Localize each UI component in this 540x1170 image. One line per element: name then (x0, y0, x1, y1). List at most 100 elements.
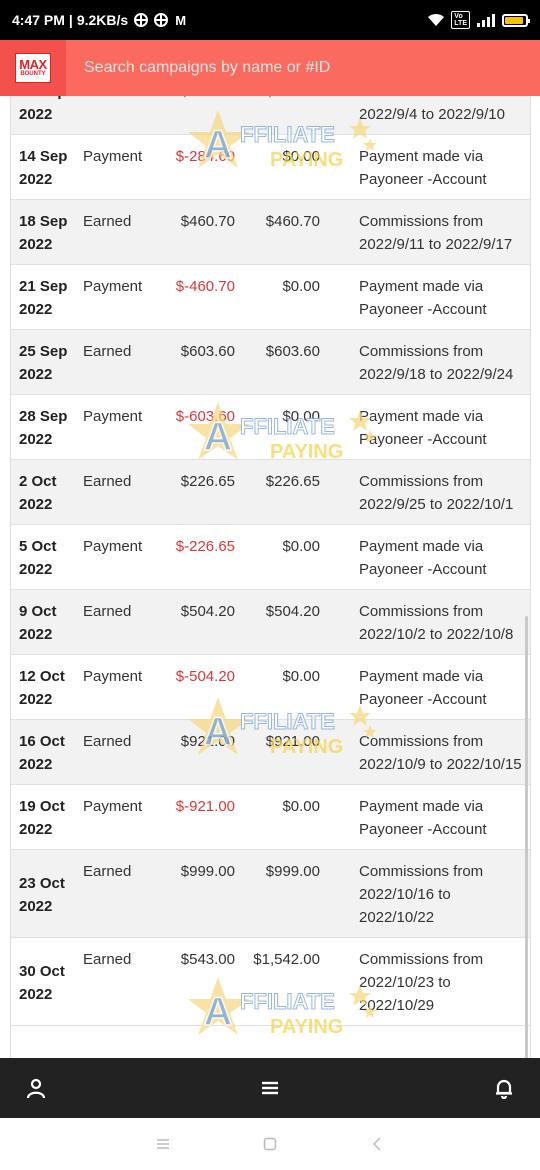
payment-amount: $-921.00 (163, 784, 235, 850)
payment-type: Earned (83, 589, 163, 655)
bottom-nav (0, 1058, 540, 1118)
payment-balance: $1,542.00 (235, 937, 320, 1026)
payment-description: Commissions from 2022/10/2 to 2022/10/8 (320, 589, 530, 655)
payment-amount: $999.00 (163, 849, 235, 938)
status-bar: 4:47 PM | 9.2KB/s M Vo LTE (0, 0, 540, 40)
back-button[interactable] (362, 1129, 392, 1159)
payment-row: 23 Oct 2022 Earned $999.00 $999.00 Commissio… (11, 849, 530, 938)
payment-row: 16 Oct 2022 Earned $921.00 $921.00 Commissio… (11, 719, 530, 785)
home-button[interactable] (255, 1129, 285, 1159)
payment-date: 12 Oct 2022 (11, 654, 83, 720)
payment-date: 16 Oct 2022 (11, 719, 83, 785)
search-input[interactable] (84, 48, 540, 88)
payment-description: Commissions from 2022/9/25 to 2022/10/1 (320, 459, 530, 525)
payment-date: 28 Sep 2022 (11, 394, 83, 460)
payment-description: Payment made via Payoneer -Account (320, 524, 530, 590)
payment-balance: $0.00 (235, 394, 320, 460)
signal-icon (477, 14, 495, 27)
recent-apps-button[interactable] (148, 1129, 178, 1159)
payment-type: Payment (83, 134, 163, 200)
network-speed: 9.2KB/s (76, 12, 129, 28)
payment-date: 14 Sep 2022 (11, 134, 83, 200)
payments-table: 11 Sep 2022Earned$284.60$284.60Commissio… (11, 96, 530, 1026)
payment-type: Payment (83, 264, 163, 330)
payment-description: Commissions from 2022/9/18 to 2022/9/24 (320, 329, 530, 395)
payment-amount: $-460.70 (163, 264, 235, 330)
payment-description: Payment made via Payoneer -Account (320, 654, 530, 720)
profile-button[interactable] (16, 1068, 56, 1108)
wifi-icon (428, 13, 445, 26)
payment-description: Payment made via Payoneer -Account (320, 394, 530, 460)
payment-type: Earned (83, 329, 163, 395)
payment-type: Earned (83, 96, 163, 135)
payment-balance: $226.65 (235, 459, 320, 525)
payment-row: 5 Oct 2022 Payment $-226.65 $0.00 Payment ma… (11, 524, 530, 590)
payment-amount: $-284.60 (163, 134, 235, 200)
mail-icon: M (175, 12, 187, 28)
payment-row: 30 Oct 2022 Earned $543.00 $1,542.00 Commiss… (11, 937, 530, 1026)
menu-button[interactable] (250, 1068, 290, 1108)
payment-row: 21 Sep 2022 Payment $-460.70 $0.00 Payment m… (11, 264, 530, 330)
payment-amount: $543.00 (163, 937, 235, 1026)
payment-type: Earned (83, 459, 163, 525)
maxbounty-logo[interactable]: MAX BOUNTY (0, 40, 66, 96)
notification-icon (154, 13, 169, 27)
payment-amount: $226.65 (163, 459, 235, 525)
payment-row: 18 Sep 2022 Earned $460.70 $460.70 Commissio… (11, 199, 530, 265)
payment-type: Earned (83, 199, 163, 265)
payment-row: 9 Oct 2022 Earned $504.20 $504.20 Commission… (11, 589, 530, 655)
payment-row: 11 Sep 2022Earned$284.60$284.60Commissio… (11, 96, 530, 135)
system-nav-bar (0, 1118, 540, 1170)
payment-date: 9 Oct 2022 (11, 589, 83, 655)
payment-balance: $999.00 (235, 849, 320, 938)
payment-amount: $460.70 (163, 199, 235, 265)
profile-icon (26, 1078, 46, 1099)
payment-row: 25 Sep 2022 Earned $603.60 $603.60 Commissio… (11, 329, 530, 395)
payment-description: Commissions from 2022/10/23 to 2022/10/2… (320, 937, 530, 1026)
payment-amount: $-504.20 (163, 654, 235, 720)
payment-amount: $504.20 (163, 589, 235, 655)
home-icon (263, 1137, 277, 1151)
payment-amount: $-226.65 (163, 524, 235, 590)
payment-date: 5 Oct 2022 (11, 524, 83, 590)
payment-amount: $-603.60 (163, 394, 235, 460)
payment-description: Payment made via Payoneer -Account (320, 134, 530, 200)
battery-icon (502, 13, 530, 27)
payment-description: Commissions from 2022/10/9 to 2022/10/15 (320, 719, 530, 785)
payment-description: Commissions from 2022/9/4 to 2022/9/10 (320, 96, 530, 135)
scrollbar[interactable] (525, 616, 528, 1058)
top-bar: MAX BOUNTY (0, 40, 540, 96)
payment-balance: $603.60 (235, 329, 320, 395)
payment-row: 14 Sep 2022 Payment $-284.60 $0.00 Payment m… (11, 134, 530, 200)
payment-balance: $0.00 (235, 264, 320, 330)
payment-amount: $921.00 (163, 719, 235, 785)
payment-row: 28 Sep 2022 Payment $-603.60 $0.00 Payment m… (11, 394, 530, 460)
payment-date: 30 Oct 2022 (11, 937, 83, 1026)
payment-date: 23 Oct 2022 (11, 849, 83, 938)
payment-type: Payment (83, 524, 163, 590)
payment-type: Earned (83, 937, 163, 1026)
payment-description: Payment made via Payoneer -Account (320, 264, 530, 330)
menu-icon (262, 1081, 278, 1095)
payment-description: Payment made via Payoneer -Account (320, 784, 530, 850)
payment-type: Payment (83, 654, 163, 720)
payment-date: 18 Sep 2022 (11, 199, 83, 265)
payment-balance: $921.00 (235, 719, 320, 785)
payment-row: 12 Oct 2022 Payment $-504.20 $0.00 Payment m… (11, 654, 530, 720)
payment-type: Earned (83, 719, 163, 785)
notifications-button[interactable] (484, 1068, 524, 1108)
back-icon (372, 1137, 381, 1151)
payment-balance: $284.60 (235, 96, 320, 135)
payment-date: 19 Oct 2022 (11, 784, 83, 850)
payment-date: 11 Sep 2022 (11, 96, 83, 135)
payment-balance: $460.70 (235, 199, 320, 265)
status-time: 4:47 PM (12, 12, 65, 28)
payment-date: 21 Sep 2022 (11, 264, 83, 330)
payments-table-container[interactable]: 11 Sep 2022Earned$284.60$284.60Commissio… (10, 96, 531, 1058)
payment-type: Payment (83, 394, 163, 460)
payment-balance: $0.00 (235, 654, 320, 720)
payment-balance: $0.00 (235, 784, 320, 850)
payment-balance: $0.00 (235, 524, 320, 590)
payment-amount: $284.60 (163, 96, 235, 135)
payment-type: Earned (83, 849, 163, 938)
